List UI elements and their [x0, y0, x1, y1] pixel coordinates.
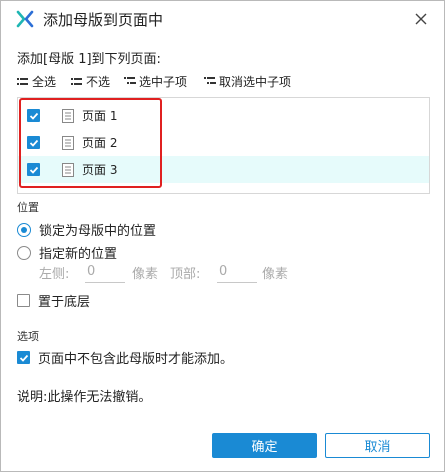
lock-position-label: 锁定为母版中的位置 [39, 224, 157, 239]
options-heading: 选项 [17, 330, 39, 343]
lock-position-radio[interactable] [17, 222, 31, 237]
ok-button[interactable]: 确定 [212, 433, 317, 458]
only-if-absent-label: 页面中不包含此母版时才能添加。 [38, 352, 234, 367]
page-row-1[interactable]: 页面 1 [18, 102, 429, 129]
undo-note: 说明:此操作无法撤销。 [17, 390, 152, 405]
page-icon [62, 162, 74, 177]
top-unit: 像素 [262, 267, 289, 282]
page-checkbox[interactable] [27, 109, 40, 122]
position-heading: 位置 [17, 201, 39, 214]
only-if-absent-checkbox[interactable] [17, 351, 30, 364]
page-row-3[interactable]: 页面 3 [18, 156, 429, 183]
left-unit: 像素 [132, 267, 159, 282]
lock-position-option[interactable]: 锁定为母版中的位置 [17, 220, 156, 239]
title-bar: 添加母版到页面中 [1, 1, 444, 37]
page-list: 页面 1 页面 2 页面 3 [17, 97, 430, 194]
select-all-label: 全选 [32, 75, 57, 89]
only-if-absent-option[interactable]: 页面中不包含此母版时才能添加。 [17, 348, 233, 367]
custom-position-label: 指定新的位置 [39, 247, 118, 262]
left-label: 左侧: [39, 267, 70, 282]
select-none-label: 不选 [86, 75, 111, 89]
add-master-dialog: 添加母版到页面中 添加[母版 1]到下列页面: 全选 不选 选中子项 取消选中子… [0, 0, 445, 472]
close-icon[interactable] [410, 8, 432, 30]
top-label: 顶部: [170, 267, 201, 282]
custom-position-option[interactable]: 指定新的位置 [17, 243, 117, 262]
bottom-layer-label: 置于底层 [38, 295, 91, 310]
tree-icon [124, 76, 136, 88]
page-icon [62, 108, 74, 123]
select-none-button[interactable]: 不选 [71, 73, 110, 90]
app-logo-icon [15, 9, 35, 29]
bottom-layer-option[interactable]: 置于底层 [17, 291, 90, 310]
cancel-button[interactable]: 取消 [325, 433, 430, 458]
deselect-children-button[interactable]: 取消选中子项 [204, 73, 291, 90]
bottom-layer-checkbox[interactable] [17, 294, 30, 307]
page-row-2[interactable]: 页面 2 [18, 129, 429, 156]
select-children-label: 选中子项 [139, 75, 188, 89]
top-input[interactable] [217, 261, 257, 283]
select-children-button[interactable]: 选中子项 [124, 73, 187, 90]
page-label: 页面 2 [82, 136, 118, 150]
tree-icon [204, 76, 216, 88]
intro-label: 添加[母版 1]到下列页面: [17, 52, 161, 67]
custom-position-radio[interactable] [17, 245, 31, 260]
dialog-title: 添加母版到页面中 [43, 11, 164, 29]
list-icon [71, 76, 83, 88]
page-checkbox[interactable] [27, 163, 40, 176]
deselect-children-label: 取消选中子项 [219, 75, 292, 89]
page-checkbox[interactable] [27, 136, 40, 149]
list-icon [17, 76, 29, 88]
page-label: 页面 1 [82, 109, 118, 123]
page-label: 页面 3 [82, 163, 118, 177]
left-input[interactable] [85, 261, 125, 283]
page-icon [62, 135, 74, 150]
select-all-button[interactable]: 全选 [17, 73, 56, 90]
